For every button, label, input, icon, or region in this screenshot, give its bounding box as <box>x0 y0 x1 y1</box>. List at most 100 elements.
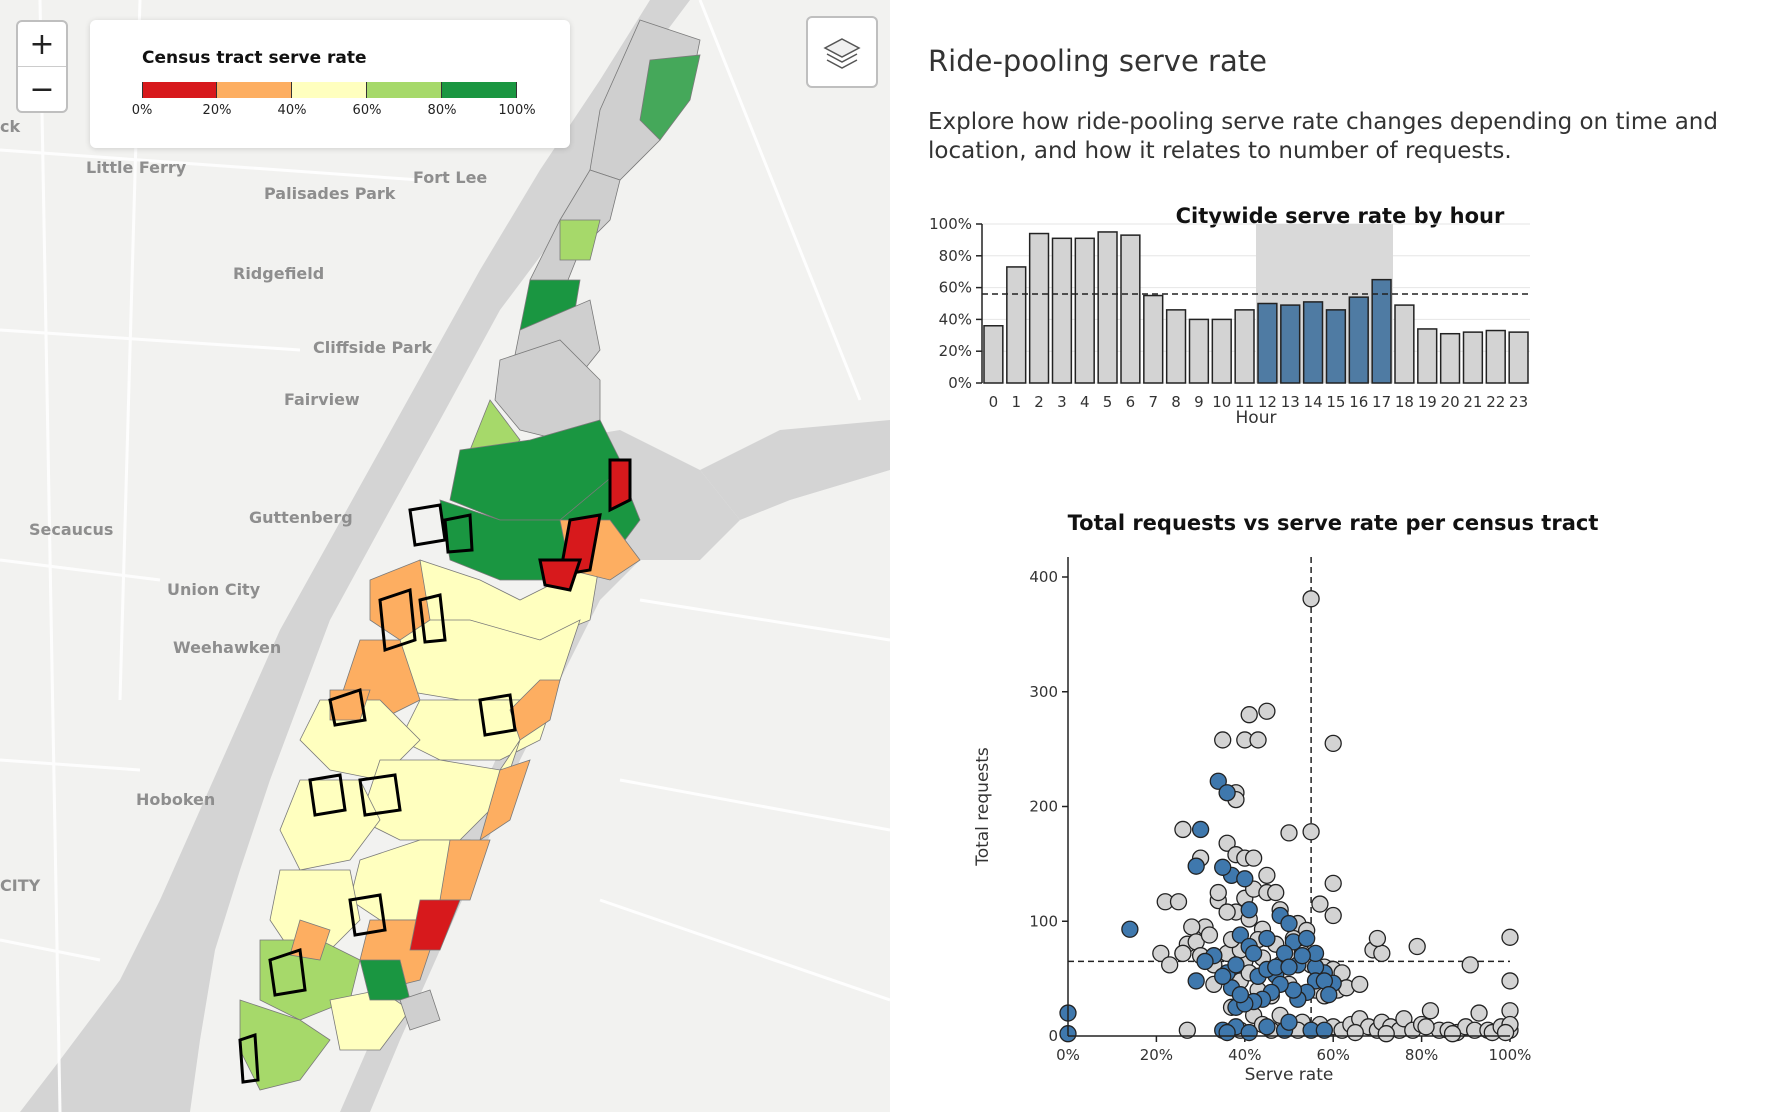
scatter-point[interactable] <box>1214 858 1232 876</box>
scatter-point[interactable] <box>1174 944 1192 963</box>
bar[interactable] <box>1508 331 1529 384</box>
zoom-in-button[interactable]: + <box>18 22 66 66</box>
place-label: ck <box>0 117 21 136</box>
bar[interactable] <box>1371 278 1392 384</box>
legend-swatch <box>142 82 217 98</box>
bar[interactable] <box>1006 266 1027 384</box>
bar[interactable] <box>1394 304 1415 384</box>
legend-tick: 100% <box>498 103 536 118</box>
scatter-point[interactable] <box>1200 926 1219 944</box>
scatter-point[interactable] <box>1302 823 1320 841</box>
scatter-point[interactable] <box>1267 883 1285 902</box>
scatter-point[interactable] <box>1324 734 1342 753</box>
scatter-point[interactable] <box>1280 824 1298 842</box>
scatter-point[interactable] <box>1443 1025 1462 1043</box>
place-label: Cliffside Park <box>313 338 433 357</box>
scatter-point[interactable] <box>1373 944 1391 963</box>
bar[interactable] <box>1280 304 1301 384</box>
scatter-point[interactable] <box>1461 956 1479 974</box>
map-view[interactable]: + − Census tract serve rate 0% 20% 40% 6… <box>0 0 890 1112</box>
scatter-point[interactable] <box>1280 914 1298 933</box>
scatter-point[interactable] <box>1227 956 1245 974</box>
scatter-point[interactable] <box>1280 958 1298 976</box>
scatter-point[interactable] <box>1249 731 1267 749</box>
bar[interactable] <box>1417 328 1438 384</box>
x-tick-label: 2 <box>1034 393 1044 411</box>
scatter-point[interactable] <box>1324 906 1342 925</box>
bar[interactable] <box>1188 318 1210 384</box>
scatter-point[interactable] <box>1320 986 1338 1004</box>
scatter-point[interactable] <box>1496 1023 1515 1042</box>
bar[interactable] <box>1257 302 1278 384</box>
bar[interactable] <box>983 325 1004 384</box>
bar[interactable] <box>1485 329 1506 384</box>
scatter-point[interactable] <box>1191 820 1210 839</box>
scatter-point[interactable] <box>1311 895 1329 913</box>
bar[interactable] <box>1462 331 1484 384</box>
scatter-point[interactable] <box>1214 967 1232 985</box>
scatter-point[interactable] <box>1258 1018 1276 1036</box>
panel-description: Explore how ride-pooling serve rate chan… <box>928 109 1718 164</box>
legend-tick: 0% <box>131 103 153 118</box>
scatter-point[interactable] <box>1240 901 1258 919</box>
bar[interactable] <box>1165 309 1187 384</box>
zoom-out-button[interactable]: − <box>18 66 66 111</box>
scatter-point[interactable] <box>1244 944 1263 963</box>
scatter-point[interactable] <box>1501 928 1519 946</box>
scatter-point[interactable] <box>1351 975 1369 994</box>
scatter-point[interactable] <box>1169 893 1188 911</box>
bar[interactable] <box>1439 332 1461 384</box>
scatter-point[interactable] <box>1187 857 1205 875</box>
scatter-point[interactable] <box>1302 590 1320 608</box>
scatter-point[interactable] <box>1240 1023 1258 1042</box>
scatter-point[interactable] <box>1258 702 1276 720</box>
x-tick-label: 100% <box>1489 1046 1532 1064</box>
bar[interactable] <box>1234 309 1255 384</box>
scatter-point[interactable] <box>1218 1023 1236 1042</box>
scatter-point[interactable] <box>1501 972 1519 990</box>
bar[interactable] <box>1302 301 1324 384</box>
scatter-point[interactable] <box>1183 918 1201 936</box>
scatter-point[interactable] <box>1196 952 1214 971</box>
legend-tick: 80% <box>427 103 457 118</box>
bar[interactable] <box>1143 294 1164 384</box>
scatter-point[interactable] <box>1236 870 1254 888</box>
scatter-point[interactable] <box>1324 874 1342 893</box>
scatter-point[interactable] <box>1214 731 1232 749</box>
scatter-point[interactable] <box>1240 706 1258 724</box>
bar[interactable] <box>1051 237 1073 384</box>
scatter-point[interactable] <box>1280 1013 1298 1031</box>
scatter-point[interactable] <box>1218 903 1236 921</box>
scatter-point[interactable] <box>1209 883 1227 902</box>
layers-button[interactable] <box>806 16 878 88</box>
hourly-bar-chart[interactable]: Citywide serve rate by hour 0%20%40%60%8… <box>890 198 1766 498</box>
scatter-point[interactable] <box>1187 972 1205 990</box>
scatter-point[interactable] <box>1368 929 1387 948</box>
scatter-point[interactable] <box>1258 866 1276 885</box>
scatter-point[interactable] <box>1244 849 1263 867</box>
bar[interactable] <box>1211 318 1232 384</box>
scatter-point[interactable] <box>1298 929 1316 948</box>
bar[interactable] <box>1120 234 1141 384</box>
scatter-point[interactable] <box>1377 1025 1395 1043</box>
scatter-point[interactable] <box>1421 1002 1440 1020</box>
bar[interactable] <box>1074 237 1095 384</box>
scatter-point[interactable] <box>1121 920 1139 938</box>
scatter-point[interactable] <box>1293 947 1311 965</box>
bar[interactable] <box>1348 296 1369 384</box>
scatter-point[interactable] <box>1174 820 1192 839</box>
scatter-point[interactable] <box>1346 1023 1364 1042</box>
bar[interactable] <box>1028 232 1050 384</box>
scatter-point[interactable] <box>1231 986 1250 1004</box>
bar[interactable] <box>1097 231 1118 384</box>
scatter-point[interactable] <box>1470 1004 1488 1022</box>
x-tick-label: 4 <box>1080 393 1090 411</box>
scatter-point[interactable] <box>1218 784 1236 802</box>
scatter-point[interactable] <box>1417 1018 1435 1036</box>
scatter-plot[interactable]: Total requests vs serve rate per census … <box>890 505 1766 1105</box>
x-tick-label: 0 <box>989 393 999 411</box>
scatter-point[interactable] <box>1258 929 1276 948</box>
scatter-point[interactable] <box>1408 937 1426 956</box>
scatter-point[interactable] <box>1161 956 1179 974</box>
bar[interactable] <box>1325 309 1347 384</box>
